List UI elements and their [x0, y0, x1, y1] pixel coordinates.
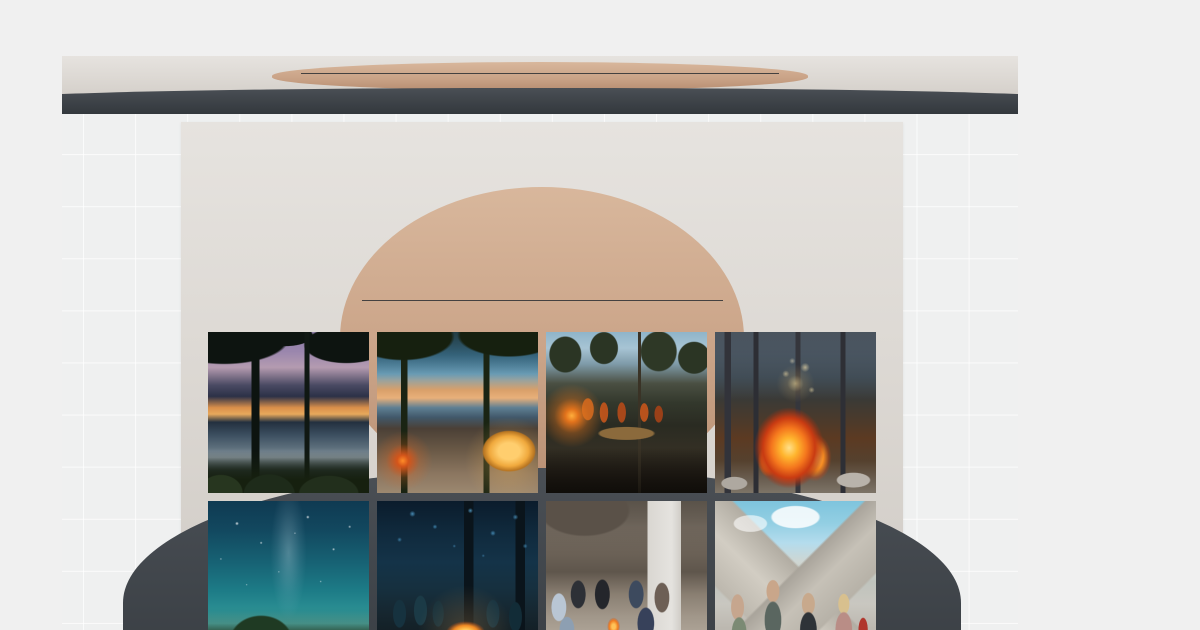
photo-starry-sky-icon [208, 501, 369, 630]
author-avatar[interactable] [208, 278, 240, 310]
gallery-photo[interactable] [208, 332, 369, 493]
gallery-photo[interactable] [546, 501, 707, 630]
photo-lake-sunset-icon [208, 332, 369, 493]
gallery-photo[interactable] [377, 501, 538, 630]
main-navigation: Home Feed Sites People Apps [594, 56, 1018, 107]
photo-campfire-group-icon [546, 332, 707, 493]
photo-mountain-hikers-icon [715, 501, 876, 630]
photo-firepit-daytime-icon [546, 501, 707, 630]
avatar-face-art [208, 278, 240, 310]
photo-tent-dusk-icon [377, 332, 538, 493]
gallery-photo[interactable] [715, 332, 876, 493]
album-content-card: Album ··· Edit C [181, 122, 903, 630]
top-navigation-bar: Diversified Global Home Feed Sites [62, 56, 1018, 107]
card-body: Corporate Communication › Albums Team Re… [181, 177, 903, 630]
gallery-photo[interactable] [208, 501, 369, 630]
app-window: Diversified Global Home Feed Sites [62, 56, 1018, 630]
author-info: Jay Kamchi Published Dec 9, 2021 [208, 278, 876, 310]
avatar-face-art [980, 68, 1006, 94]
user-avatar[interactable] [980, 68, 1006, 94]
gallery-photo[interactable] [377, 332, 538, 493]
gallery-photo[interactable] [715, 501, 876, 630]
photo-night-campfire-icon [377, 501, 538, 630]
photo-bonfire-sparks-icon [715, 332, 876, 493]
gallery-photo[interactable] [546, 332, 707, 493]
